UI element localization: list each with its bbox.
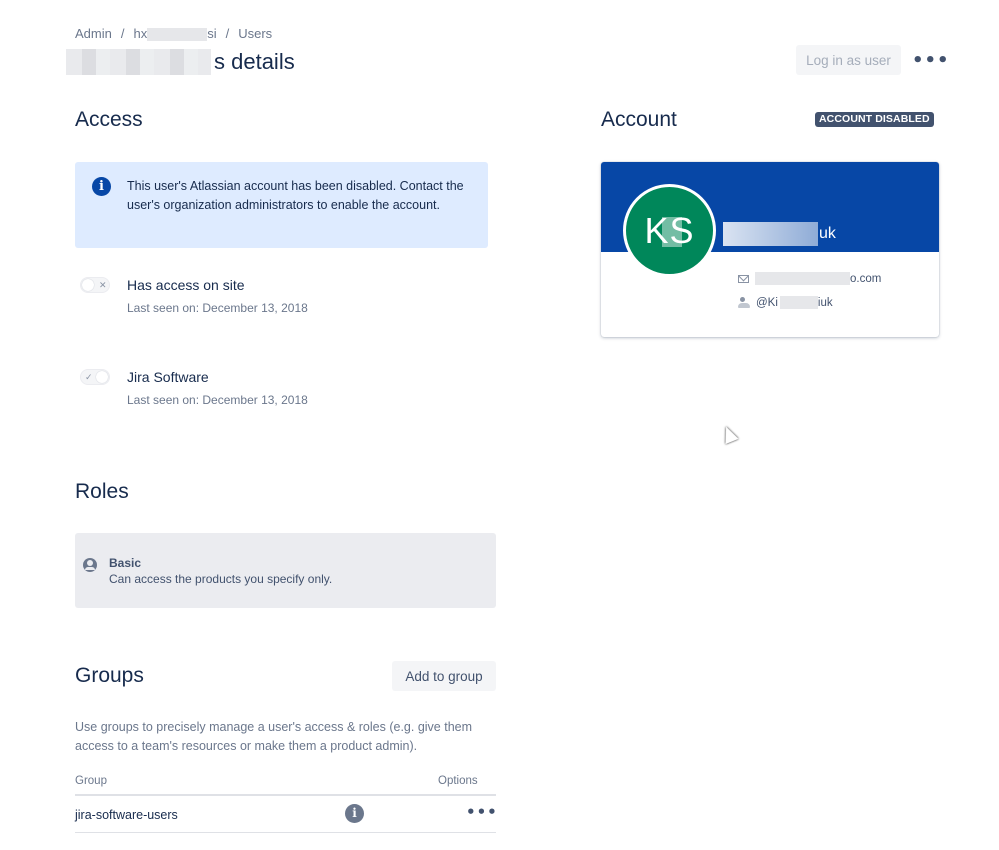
breadcrumb-users[interactable]: Users: [238, 26, 272, 41]
jira-software-toggle[interactable]: ✓: [80, 369, 110, 385]
access-item-name: Has access on site: [127, 277, 245, 293]
mail-icon: [738, 274, 749, 283]
access-item-last-seen: Last seen on: December 13, 2018: [127, 393, 308, 407]
redacted-username: [779, 296, 818, 309]
access-item-name: Jira Software: [127, 369, 209, 385]
banner-text: This user's Atlassian account has been d…: [127, 179, 464, 212]
page-title: s details: [66, 46, 295, 78]
mouse-pointer-icon: [719, 423, 739, 445]
more-actions-button[interactable]: •••: [906, 45, 949, 75]
person-icon: [83, 558, 97, 572]
breadcrumb: Admin / hx si / Users: [75, 26, 272, 42]
avatar: KS: [623, 184, 716, 277]
group-options-button[interactable]: •••: [466, 803, 498, 821]
access-item-last-seen: Last seen on: December 13, 2018: [127, 301, 308, 315]
toggle-knob: [96, 371, 108, 383]
page-title-text: s details: [214, 49, 295, 74]
info-icon[interactable]: i: [345, 804, 364, 823]
site-access-toggle[interactable]: ✕: [80, 277, 110, 293]
profile-email: o.com: [738, 272, 881, 285]
role-description: Can access the products you specify only…: [109, 572, 333, 586]
table-row-divider: [75, 832, 496, 833]
role-card: Basic Can access the products you specif…: [75, 533, 496, 608]
people-icon: [738, 296, 750, 309]
account-profile-card: KS uk o.com @Ki iuk: [601, 162, 939, 337]
column-header-options: Options: [438, 775, 478, 787]
role-title: Basic: [109, 556, 142, 570]
breadcrumb-admin[interactable]: Admin: [75, 26, 112, 41]
profile-username: @Ki iuk: [738, 296, 833, 309]
log-in-as-user-button[interactable]: Log in as user: [796, 45, 901, 75]
account-status-badge: ACCOUNT DISABLED: [815, 112, 934, 127]
account-disabled-banner: i This user's Atlassian account has been…: [75, 162, 488, 248]
column-header-group[interactable]: Group: [75, 775, 107, 787]
groups-description: Use groups to precisely manage a user's …: [75, 720, 473, 753]
toggle-knob: [82, 279, 94, 291]
redacted-avatar-area: [662, 217, 682, 247]
access-heading: Access: [75, 108, 143, 131]
profile-name: uk: [723, 222, 836, 246]
table-header-divider: [75, 794, 496, 796]
close-icon: ✕: [99, 280, 107, 290]
breadcrumb-site[interactable]: hx si: [133, 26, 217, 42]
redacted-name: [723, 222, 818, 246]
add-to-group-button[interactable]: Add to group: [392, 661, 496, 691]
info-icon: i: [92, 177, 111, 196]
redacted-user-name: [66, 49, 211, 75]
redacted-email: [755, 272, 850, 285]
groups-heading: Groups: [75, 664, 144, 687]
breadcrumb-separator: /: [120, 26, 125, 41]
group-name-cell[interactable]: jira-software-users: [75, 808, 178, 822]
check-icon: ✓: [85, 372, 93, 382]
roles-heading: Roles: [75, 480, 129, 503]
breadcrumb-separator: /: [225, 26, 230, 41]
account-heading: Account: [601, 108, 677, 131]
